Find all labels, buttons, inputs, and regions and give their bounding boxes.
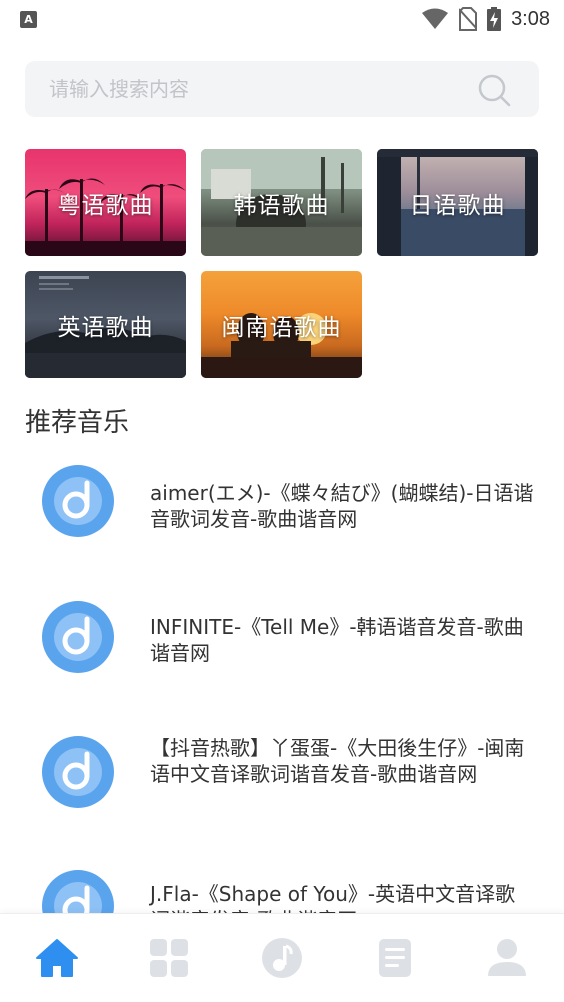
- category-card-english[interactable]: 英语歌曲: [25, 271, 186, 378]
- battery-charging-icon: [487, 7, 502, 31]
- category-card-minnan[interactable]: 闽南语歌曲: [201, 271, 362, 378]
- status-icons: 3:08: [421, 6, 550, 32]
- search-bar[interactable]: [25, 61, 539, 117]
- music-note-icon[interactable]: [260, 936, 304, 980]
- category-label: 英语歌曲: [57, 314, 154, 341]
- search-icon[interactable]: [477, 73, 511, 107]
- list-item[interactable]: J.Fla-《Shape of You》-英语中文音译歌词谐音发音-歌曲谐音网: [0, 842, 564, 913]
- category-card-japanese[interactable]: 日语歌曲: [377, 149, 538, 256]
- list-item[interactable]: INFINITE-《Tell Me》-韩语谐音发音-歌曲谐音网: [0, 574, 564, 694]
- notification-a-icon: A: [20, 11, 37, 28]
- category-label: 闽南语歌曲: [221, 314, 342, 341]
- list-item[interactable]: aimer(エメ)-《蝶々結び》(蝴蝶结)-日语谐音歌词发音-歌曲谐音网: [0, 440, 564, 560]
- user-icon[interactable]: [485, 936, 529, 980]
- status-time: 3:08: [511, 7, 550, 30]
- section-title-recommended: 推荐音乐: [25, 408, 130, 438]
- music-disc-icon: [42, 601, 114, 673]
- music-title: J.Fla-《Shape of You》-英语中文音译歌词谐音发音-歌曲谐音网: [150, 882, 516, 913]
- category-label: 粤语歌曲: [57, 192, 154, 219]
- music-disc-icon: [42, 465, 114, 537]
- no-sim-icon: [459, 7, 478, 31]
- category-card-korean[interactable]: 韩语歌曲: [201, 149, 362, 256]
- list-item[interactable]: 【抖音热歌】丫蛋蛋-《大田後生仔》-闽南语中文音译歌词谐音发音-歌曲谐音网: [0, 708, 564, 828]
- music-title: aimer(エメ)-《蝶々結び》(蝴蝶结)-日语谐音歌词发音-歌曲谐音网: [150, 481, 534, 531]
- music-title: INFINITE-《Tell Me》-韩语谐音发音-歌曲谐音网: [150, 615, 524, 665]
- search-input[interactable]: [49, 61, 469, 117]
- category-card-cantonese[interactable]: 粤语歌曲: [25, 149, 186, 256]
- music-disc-icon: [42, 870, 114, 913]
- music-disc-icon: [42, 736, 114, 808]
- document-icon[interactable]: [373, 936, 417, 980]
- music-title: 【抖音热歌】丫蛋蛋-《大田後生仔》-闽南语中文音译歌词谐音发音-歌曲谐音网: [150, 736, 525, 786]
- grid-icon[interactable]: [147, 936, 191, 980]
- category-label: 日语歌曲: [409, 192, 506, 219]
- music-list[interactable]: aimer(エメ)-《蝶々結び》(蝴蝶结)-日语谐音歌词发音-歌曲谐音网 INF…: [0, 440, 564, 913]
- home-icon[interactable]: [35, 936, 79, 980]
- wifi-icon: [422, 8, 449, 29]
- bottom-nav: [0, 913, 564, 1002]
- category-label: 韩语歌曲: [233, 192, 330, 219]
- status-bar: A 3:08: [0, 0, 564, 40]
